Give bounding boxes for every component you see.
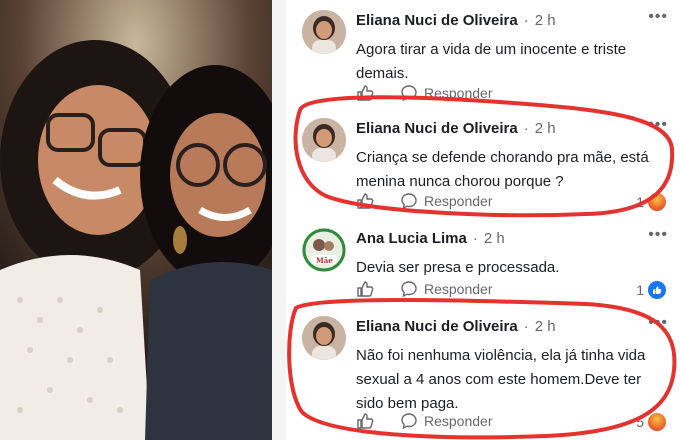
photo-panel <box>0 0 272 440</box>
author-name[interactable]: Eliana Nuci de Oliveira <box>356 12 518 29</box>
separator: · <box>472 230 478 247</box>
panel-divider <box>272 0 286 440</box>
reaction-summary[interactable]: 1 <box>636 193 666 211</box>
reply-button[interactable]: Responder <box>400 192 493 210</box>
comment-3: Mãe Ana Lucia Lima · 2 h ••• Devia ser pre… <box>302 226 668 308</box>
avatar-photo-icon <box>302 228 346 272</box>
comment-2: Eliana Nuci de Oliveira · 2 h ••• Criança … <box>302 116 668 218</box>
reaction-summary[interactable]: 5 <box>636 413 666 431</box>
comment-actions: Responder <box>356 192 493 210</box>
reply-label: Responder <box>424 413 493 429</box>
avatar-photo-icon <box>302 10 346 54</box>
author-name[interactable]: Eliana Nuci de Oliveira <box>356 120 518 137</box>
author-name[interactable]: Ana Lucia Lima <box>356 230 467 247</box>
like-button[interactable] <box>356 280 374 298</box>
angry-reaction-icon <box>648 413 666 431</box>
comment-header: Eliana Nuci de Oliveira · 2 h <box>356 12 556 29</box>
thumbs-up-icon <box>357 413 374 429</box>
like-button[interactable] <box>356 412 374 430</box>
thumbs-up-icon <box>653 286 662 294</box>
avatar-photo-icon <box>302 118 346 162</box>
more-options-icon[interactable]: ••• <box>648 314 668 332</box>
reply-button[interactable]: Responder <box>400 280 493 298</box>
comment-actions: Responder <box>356 84 493 102</box>
comment-4: Eliana Nuci de Oliveira · 2 h ••• Não foi … <box>302 314 668 440</box>
comment-actions: Responder <box>356 280 493 298</box>
timestamp[interactable]: 2 h <box>535 120 556 137</box>
avatar[interactable] <box>302 118 346 162</box>
avatar-photo-icon <box>302 316 346 360</box>
reply-label: Responder <box>424 85 493 101</box>
comment-header: Eliana Nuci de Oliveira · 2 h <box>356 120 556 137</box>
comment-text: Agora tirar a vida de um inocente e tris… <box>356 41 627 82</box>
speech-bubble-icon <box>401 413 417 430</box>
speech-bubble-icon <box>401 85 417 102</box>
comment-header: Eliana Nuci de Oliveira · 2 h <box>356 318 556 335</box>
speech-bubble-icon <box>401 193 417 210</box>
reply-label: Responder <box>424 281 493 297</box>
photo-image <box>0 0 272 440</box>
timestamp[interactable]: 2 h <box>484 230 505 247</box>
speech-bubble-icon <box>401 281 417 298</box>
like-reaction-icon <box>648 281 666 299</box>
separator: · <box>523 318 529 335</box>
author-name[interactable]: Eliana Nuci de Oliveira <box>356 318 518 335</box>
reaction-summary[interactable]: 1 <box>636 281 666 299</box>
avatar-label: Mãe <box>316 256 333 265</box>
comment-header: Ana Lucia Lima · 2 h <box>356 230 505 247</box>
reply-label: Responder <box>424 193 493 209</box>
more-options-icon[interactable]: ••• <box>648 116 668 134</box>
avatar[interactable]: Mãe <box>302 228 346 272</box>
thumbs-up-icon <box>357 281 374 297</box>
comment-actions: Responder <box>356 412 493 430</box>
timestamp[interactable]: 2 h <box>535 12 556 29</box>
reply-button[interactable]: Responder <box>400 84 493 102</box>
separator: · <box>523 12 529 29</box>
avatar[interactable] <box>302 10 346 54</box>
comment-1: Eliana Nuci de Oliveira · 2 h ••• Agora ti… <box>302 8 668 110</box>
like-button[interactable] <box>356 84 374 102</box>
reply-button[interactable]: Responder <box>400 412 493 430</box>
reaction-count: 1 <box>636 282 644 298</box>
comment-text: Não foi nenhuma violência, ela já tinha … <box>356 347 646 412</box>
timestamp[interactable]: 2 h <box>535 318 556 335</box>
comment-text: Criança se defende chorando pra mãe, est… <box>356 149 649 190</box>
reaction-count: 5 <box>636 414 644 430</box>
more-options-icon[interactable]: ••• <box>648 226 668 244</box>
like-button[interactable] <box>356 192 374 210</box>
reaction-count: 1 <box>636 194 644 210</box>
thumbs-up-icon <box>357 85 374 101</box>
comments-panel: Eliana Nuci de Oliveira · 2 h ••• Agora ti… <box>286 0 680 440</box>
angry-reaction-icon <box>648 193 666 211</box>
comment-text: Devia ser presa e processada. <box>356 259 560 276</box>
thumbs-up-icon <box>357 193 374 209</box>
separator: · <box>523 120 529 137</box>
more-options-icon[interactable]: ••• <box>648 8 668 26</box>
avatar[interactable] <box>302 316 346 360</box>
